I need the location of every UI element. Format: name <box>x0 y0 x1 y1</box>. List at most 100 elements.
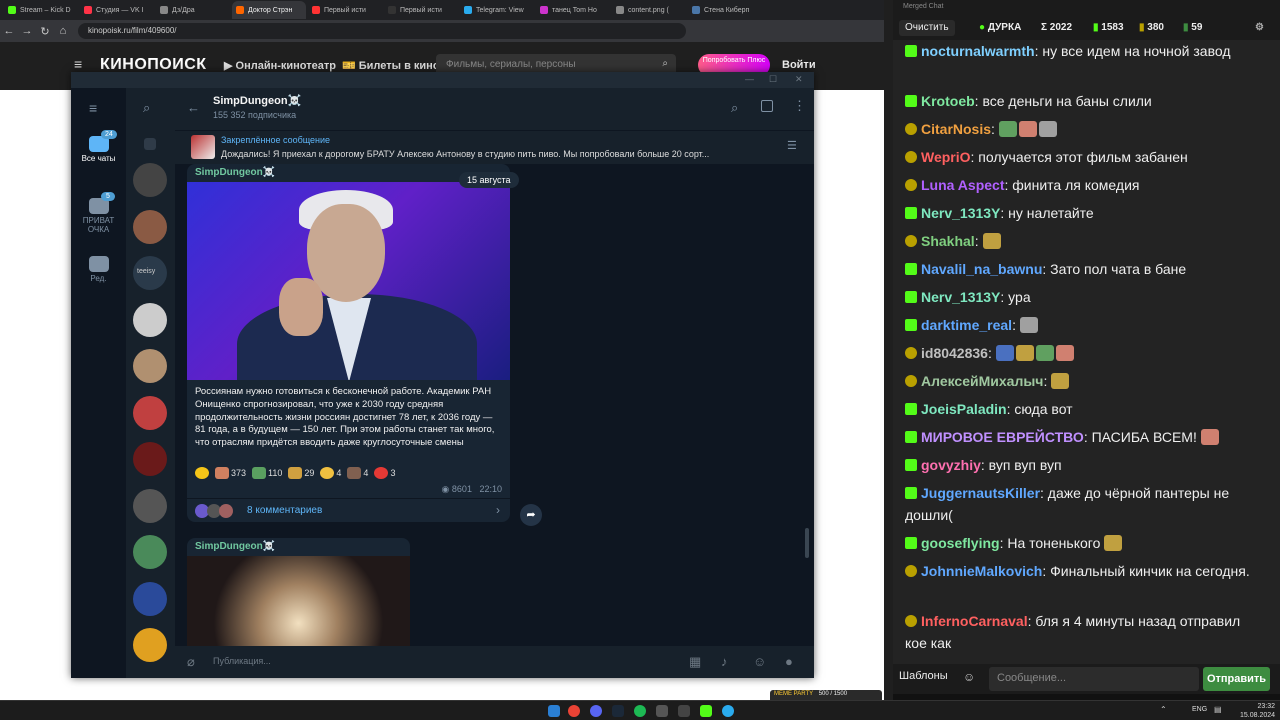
composer-input[interactable]: Публикация... <box>213 656 271 666</box>
chat-username[interactable]: Nerv_1313Y <box>921 205 1000 221</box>
reaction-chip[interactable] <box>195 464 209 482</box>
chat-avatar[interactable] <box>133 209 167 244</box>
chat-username[interactable]: АлексейМихалыч <box>921 373 1043 389</box>
chat-avatar[interactable] <box>133 581 167 616</box>
chat-avatar[interactable] <box>133 349 167 383</box>
chat-username[interactable]: МИРОВОЕ ЕВРЕЙСТВО <box>921 429 1084 445</box>
online-cinema-link[interactable]: ▶ Онлайн-кинотеатр <box>224 59 336 72</box>
chat-username[interactable]: InfernoCarnaval <box>921 613 1028 629</box>
input-language[interactable]: ENG <box>1192 706 1207 713</box>
reaction-chip[interactable]: 110 <box>252 464 282 482</box>
discord-icon[interactable] <box>590 705 602 717</box>
comments-button[interactable]: 8 комментариев › <box>187 498 510 522</box>
chat-username[interactable]: darktime_real <box>921 317 1012 333</box>
chat-avatar[interactable] <box>133 302 167 337</box>
close-icon[interactable]: ✕ <box>795 74 803 85</box>
reaction-chip[interactable]: 3 <box>374 464 395 482</box>
chat-username[interactable]: Navalil_na_bawnu <box>921 261 1042 277</box>
browser-tab[interactable]: Stream – Kick D <box>4 1 78 19</box>
chat-username[interactable]: Luna Aspect <box>921 177 1005 193</box>
search-icon[interactable]: ⌕ <box>662 58 668 69</box>
chat-username[interactable]: JohnnieMalkovich <box>921 563 1042 579</box>
browser-tab[interactable]: Стена Киберп <box>688 1 762 19</box>
emoji-icon[interactable]: ☺ <box>753 654 766 669</box>
start-icon[interactable] <box>548 705 560 717</box>
browser-tab[interactable]: Первый исти <box>308 1 382 19</box>
browser-tab[interactable]: Доктор Стрэн <box>232 1 306 19</box>
back-icon[interactable]: ← <box>0 25 18 37</box>
hamburger-menu-icon[interactable]: ≡ <box>89 100 97 116</box>
folder-tab[interactable]: Ред. <box>71 256 126 283</box>
emoji-icon[interactable]: ☺ <box>963 670 975 684</box>
browser-tab[interactable]: Студия — VK I <box>80 1 154 19</box>
chat-username[interactable]: gooseflying <box>921 535 1000 551</box>
folder-tab[interactable]: Все чаты 24 <box>71 130 126 163</box>
clear-button[interactable]: Очистить <box>899 20 955 36</box>
steam-icon[interactable] <box>612 705 624 717</box>
chat-username[interactable]: WepriO <box>921 149 971 165</box>
reaction-chip[interactable]: 373 <box>215 464 246 482</box>
app-icon[interactable] <box>656 705 668 717</box>
chat-username[interactable]: Krotoeb <box>921 93 975 109</box>
pinned-message-bar[interactable]: Закреплённое сообщение Дождались! Я прие… <box>175 130 814 164</box>
chat-username[interactable]: JuggernautsKiller <box>921 485 1040 501</box>
browser-tab[interactable]: content.png ( <box>612 1 686 19</box>
more-options-icon[interactable]: ⋮ <box>793 98 806 114</box>
attach-icon[interactable]: ⌀ <box>187 654 195 670</box>
obs-icon[interactable] <box>678 705 690 717</box>
search-icon[interactable]: ⌕ <box>143 100 150 116</box>
home-icon[interactable]: ⌂ <box>54 25 72 37</box>
maximize-icon[interactable]: ☐ <box>769 74 777 85</box>
clock[interactable]: 23:32 15.08.2024 <box>1240 702 1275 720</box>
reaction-chip[interactable]: 4 <box>320 464 341 482</box>
chat-username[interactable]: JoeisPaladin <box>921 401 1007 417</box>
chat-username[interactable]: nocturnalwarmth <box>921 43 1035 59</box>
chat-avatar[interactable] <box>133 535 167 569</box>
chat-avatar[interactable] <box>133 628 167 662</box>
chat-avatar[interactable] <box>133 442 167 476</box>
kick-app-icon[interactable] <box>700 705 712 717</box>
browser-tab[interactable]: Дз/Дра <box>156 1 230 19</box>
templates-button[interactable]: Шаблоны <box>899 670 948 682</box>
address-bar[interactable]: kinopoisk.ru/film/409600/ <box>78 23 686 39</box>
pinned-list-icon[interactable]: ☰ <box>787 139 797 152</box>
chat-username[interactable]: id8042836 <box>921 345 988 361</box>
channel-name[interactable]: SimpDungeon☠️ <box>213 94 301 107</box>
browser-tab[interactable]: Первый исти <box>384 1 458 19</box>
chat-avatar[interactable] <box>133 488 167 523</box>
share-icon[interactable]: ➦ <box>520 504 542 526</box>
chat-username[interactable]: CitarNosis <box>921 121 991 137</box>
chat-username[interactable]: govyzhiy <box>921 457 981 473</box>
schedule-icon[interactable]: ▦ <box>689 654 701 670</box>
tray-chevron-icon[interactable]: ⌃ <box>1160 705 1167 714</box>
chat-username[interactable]: Nerv_1313Y <box>921 289 1000 305</box>
network-icon[interactable]: ▤ <box>1214 705 1222 714</box>
chrome-icon[interactable] <box>568 705 580 717</box>
minimize-icon[interactable]: — <box>745 74 754 84</box>
notifications-icon[interactable]: ♪ <box>721 654 728 669</box>
back-arrow-icon[interactable]: ← <box>187 100 200 115</box>
folder-tab[interactable]: ПРИВАТ ОЧКА 5 <box>71 192 126 234</box>
menu-icon[interactable]: ≡ <box>74 56 82 72</box>
post-author[interactable]: SimpDungeon☠️ <box>195 541 275 552</box>
telegram-icon[interactable] <box>722 705 734 717</box>
reload-icon[interactable]: ↻ <box>36 25 54 38</box>
post-author[interactable]: SimpDungeon☠️ <box>195 167 275 178</box>
microphone-icon[interactable]: ● <box>785 654 793 669</box>
chat-message-input[interactable]: Сообщение... <box>989 667 1199 691</box>
login-link[interactable]: Войти <box>782 59 816 71</box>
settings-gear-icon[interactable]: ⚙ <box>1255 22 1264 33</box>
search-icon[interactable]: ⌕ <box>731 100 738 116</box>
spotify-icon[interactable] <box>634 705 646 717</box>
send-button[interactable]: Отправить <box>1203 667 1270 691</box>
forward-icon[interactable]: → <box>18 25 36 37</box>
chat-username[interactable]: Shakhal <box>921 233 975 249</box>
archive-icon[interactable] <box>144 138 156 150</box>
scrollbar[interactable] <box>805 528 809 558</box>
sidebar-toggle-icon[interactable] <box>761 100 773 112</box>
browser-tab[interactable]: Telegram: View <box>460 1 534 19</box>
chat-avatar[interactable]: teeisy <box>133 256 167 290</box>
chat-avatar[interactable] <box>133 163 167 197</box>
browser-tab[interactable]: танец Tom Ho <box>536 1 610 19</box>
reaction-chip[interactable]: 4 <box>347 464 368 482</box>
